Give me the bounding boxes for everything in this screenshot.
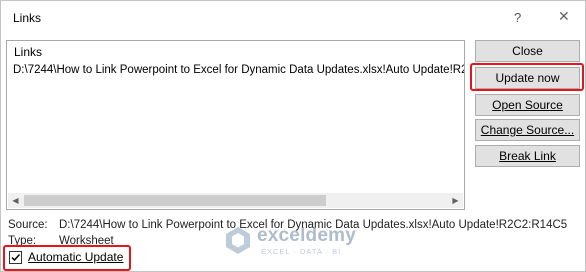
close-icon[interactable]: ✕ <box>558 8 570 25</box>
automatic-update-checkbox[interactable] <box>9 251 22 264</box>
type-value: Worksheet <box>59 235 114 247</box>
break-link-button[interactable]: Break Link <box>475 145 580 167</box>
automatic-update-text: Automatic Update <box>28 250 124 264</box>
horizontal-scrollbar[interactable]: ◀ ▶ <box>8 193 463 208</box>
update-now-button[interactable]: Update now <box>475 67 580 89</box>
help-button[interactable]: ? <box>514 10 521 25</box>
automatic-update-label[interactable]: Automatic Update <box>28 250 123 264</box>
change-source-button[interactable]: Change Source... <box>475 119 580 141</box>
title-bar: Links ? ✕ <box>1 4 585 32</box>
source-value: D:\7244\How to Link Powerpoint to Excel … <box>59 219 568 231</box>
close-button[interactable]: Close <box>475 40 580 62</box>
scroll-right-icon[interactable]: ▶ <box>448 193 463 208</box>
links-column-header: Links <box>14 45 43 59</box>
open-source-button[interactable]: Open Source <box>475 94 580 116</box>
checkmark-icon <box>11 253 21 262</box>
source-label: Source: <box>8 219 48 231</box>
dialog-title: Links <box>13 11 42 25</box>
links-dialog: Links ? ✕ Links D:\7244\How to Link Powe… <box>0 0 586 272</box>
scroll-left-icon[interactable]: ◀ <box>8 193 23 208</box>
type-label: Type: <box>8 235 37 247</box>
link-item[interactable]: D:\7244\How to Link Powerpoint to Excel … <box>9 62 464 78</box>
scroll-thumb[interactable] <box>24 195 326 206</box>
watermark-tagline: EXCEL · DATA · BI <box>261 247 342 256</box>
links-list[interactable]: Links D:\7244\How to Link Powerpoint to … <box>6 40 465 210</box>
